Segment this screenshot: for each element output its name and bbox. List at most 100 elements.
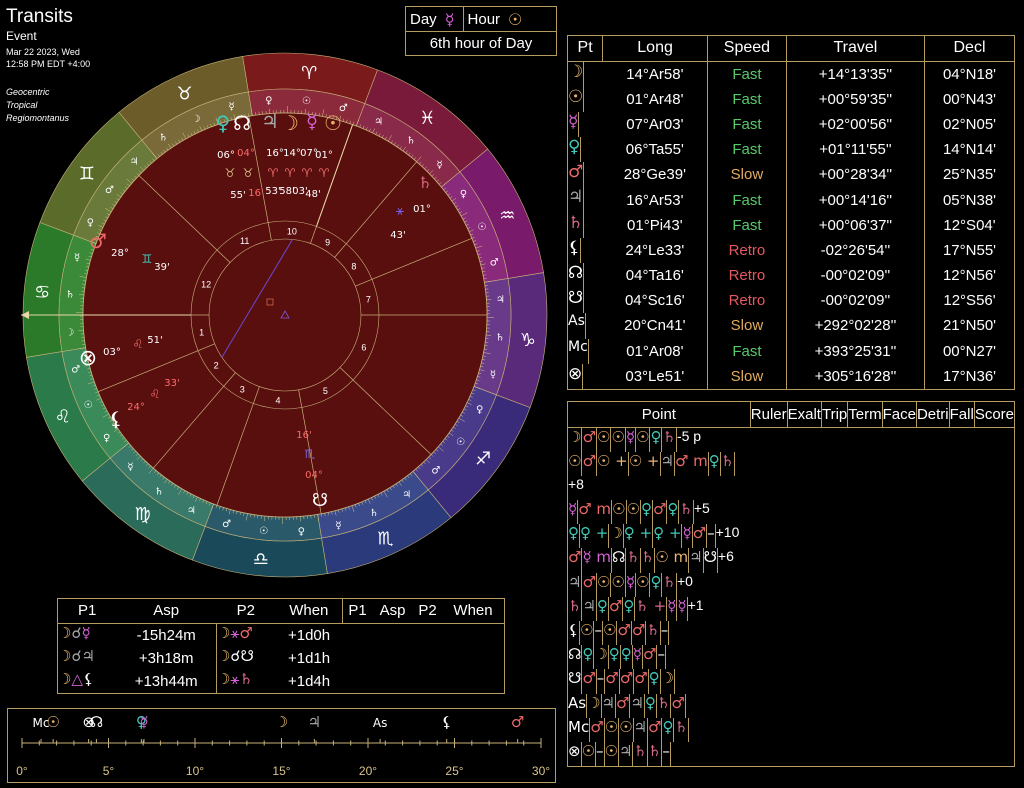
speed-cell: Retro (707, 288, 787, 314)
dignity-cell: ♂ (609, 596, 624, 621)
planet-glyph-icon: ♀ (216, 111, 231, 135)
dignity-cell: ☉ (582, 741, 597, 767)
dignity-cell: – (597, 669, 606, 694)
dignity-row: ☊♀☽♀♀☿♂– (568, 645, 1014, 670)
point-glyph-icon: ♂ (568, 162, 585, 188)
ruler-planet-icon: ☊ (90, 713, 103, 731)
point-glyph-icon: ☊ (568, 263, 585, 289)
decan-ruler-icon: ♄ (66, 290, 75, 301)
dignity-cell: ☉ (597, 572, 612, 597)
planet-sign-icon: ♈ (319, 166, 330, 180)
declination-cell: 17°N36' (942, 367, 997, 385)
point-glyph-icon: ♃ (568, 187, 585, 213)
dignity-cell: ♄ (721, 451, 736, 476)
dignities-header-6: Detri (916, 402, 950, 428)
zodiac-sign-icon: ♊ (79, 164, 95, 185)
aspect-planet-icon: ☽ (215, 623, 230, 647)
travel-cell: +393°25'31'' (786, 338, 926, 364)
planet-minute: 39' (154, 262, 169, 273)
dignity-cell: ☉ (619, 717, 634, 742)
score-cell: +0 (676, 572, 693, 589)
point-glyph-icon: ♄ (568, 212, 585, 238)
longitude-cell: 14°Ar58' (602, 61, 708, 87)
point-glyph-icon: Mc (568, 717, 591, 742)
longitude-cell: 03°Le51' (602, 363, 708, 389)
ruler-tick-label: 25° (445, 764, 463, 778)
positions-header-2: Speed (707, 36, 787, 62)
dignity-row: ☉♂☉ +☉ +♃♂ m♀♄+8 (568, 451, 1014, 500)
aspect-planet-icon: ☽ (215, 646, 230, 670)
planet-degree: 16° (266, 148, 284, 159)
ruler-graphic: 0° 5° 10° 15° 20° 25° 30°Mc☉ ⊗☊ ♀☿ ☽ ♃ As ⚸ ♂ (16, 713, 550, 778)
dignity-row: ♄♃♀♂♀♄ +☿☿+1 (568, 596, 1014, 621)
speed-cell: Retro (707, 237, 787, 263)
dignity-cell: ♂ (582, 427, 597, 452)
planet-degree: 28° (111, 248, 129, 259)
planet-sign-icon: ♉ (243, 166, 254, 180)
aspects-header-0: P1 (58, 599, 117, 624)
dignities-header-7: Fall (949, 402, 975, 428)
declination-cell: 12°N56' (942, 267, 997, 285)
planet-minute: 16' (296, 430, 311, 441)
dignity-cell: ♀ (662, 717, 675, 742)
dignity-row: Mc♂☉☉♃♂♀♄ (568, 717, 1014, 742)
dignity-cell: ♄ (662, 572, 677, 597)
planet-minute: 16' (248, 188, 263, 199)
zodiac-sign-icon: ♋ (34, 282, 50, 303)
dignity-cell: ♂ (617, 621, 632, 646)
dignity-cell: ♂ (671, 693, 686, 718)
dignity-cell: ☉ (611, 427, 626, 452)
planet-sign-icon: ♈ (268, 166, 279, 180)
dignity-cell: ☽ (594, 645, 609, 670)
speed-cell: Fast (707, 212, 787, 238)
decan-ruler-icon: ♃ (187, 506, 196, 517)
zodiac-sign-icon: ♓ (419, 108, 435, 129)
planet-degree: 01° (413, 204, 431, 215)
dignity-cell: ♂ (693, 524, 708, 549)
decan-ruler-icon: ♃ (402, 489, 411, 500)
dignity-row: As☽♃♂♃♀♄♂ (568, 693, 1014, 718)
travel-cell: +292°02'28'' (786, 313, 926, 339)
day-hour-box: Day ☿ Hour ☉ 6th hour of Day (405, 6, 557, 56)
house-number: 8 (351, 261, 356, 271)
ruler-planet-icon: ♂ (511, 713, 524, 731)
decan-ruler-icon: ☽ (192, 114, 201, 125)
dignity-cell: ♀ (597, 596, 609, 621)
point-glyph-icon: ⚸ (568, 237, 582, 263)
planet-glyph-icon: ☉ (324, 111, 342, 135)
dignity-row: ☽♂☉☉☿☉♀♄-5 p (568, 427, 1014, 452)
aspect-when-cell: +1d0h (287, 626, 331, 644)
score-cell: +8 (568, 475, 584, 492)
decan-ruler-icon: ♀ (103, 433, 110, 444)
decan-ruler-icon: ☿ (335, 520, 341, 531)
dignity-cell: ♄ (657, 693, 672, 718)
longitude-cell: 04°Ta16' (602, 263, 708, 289)
point-glyph-icon: ☋ (568, 288, 585, 314)
aspect-type-icon: ⚹ (230, 669, 240, 688)
declination-cell: 00°N27' (942, 342, 997, 360)
point-glyph-icon: ☋ (568, 669, 583, 694)
planet-degree: 14° (283, 148, 301, 159)
dignity-cell: ☉ (603, 621, 618, 646)
decan-ruler-icon: ☿ (436, 160, 442, 171)
house-number: 7 (366, 295, 371, 305)
planet-sign-icon: ♊ (142, 252, 153, 266)
decan-ruler-icon: ♂ (431, 466, 440, 477)
ruler-planet-icon: ☿ (139, 713, 148, 731)
planet-minute: 43' (390, 230, 405, 241)
longitude-cell: 07°Ar03' (602, 111, 708, 138)
dignity-cell: ♀ (582, 645, 595, 670)
aspects-header-7: When (442, 599, 504, 624)
chart-wheel: ♈♉♊♋♌♍♎♏♐♑♒♓♂☉♀☿☽♄♃♂♀☿♄☽♂☉♀☿♄♃♂☉ ♀☿♄♃♂☉♀☿… (21, 52, 548, 578)
dignity-cell: – (657, 645, 666, 670)
positions-header-0: Pt (568, 36, 604, 62)
point-glyph-icon: ♀ (568, 137, 582, 163)
dignity-cell: – (707, 524, 716, 549)
point-glyph-icon: ♄ (568, 596, 583, 621)
point-glyph-icon: As (568, 693, 588, 718)
travel-cell: +02°00'56'' (786, 111, 926, 138)
ruler-planet-icon: ☉ (46, 713, 59, 731)
ruler-tick-label: 30° (532, 764, 550, 778)
aspect-planet-icon: ☽ (58, 623, 72, 642)
dignity-cell: ♃ (582, 596, 597, 621)
